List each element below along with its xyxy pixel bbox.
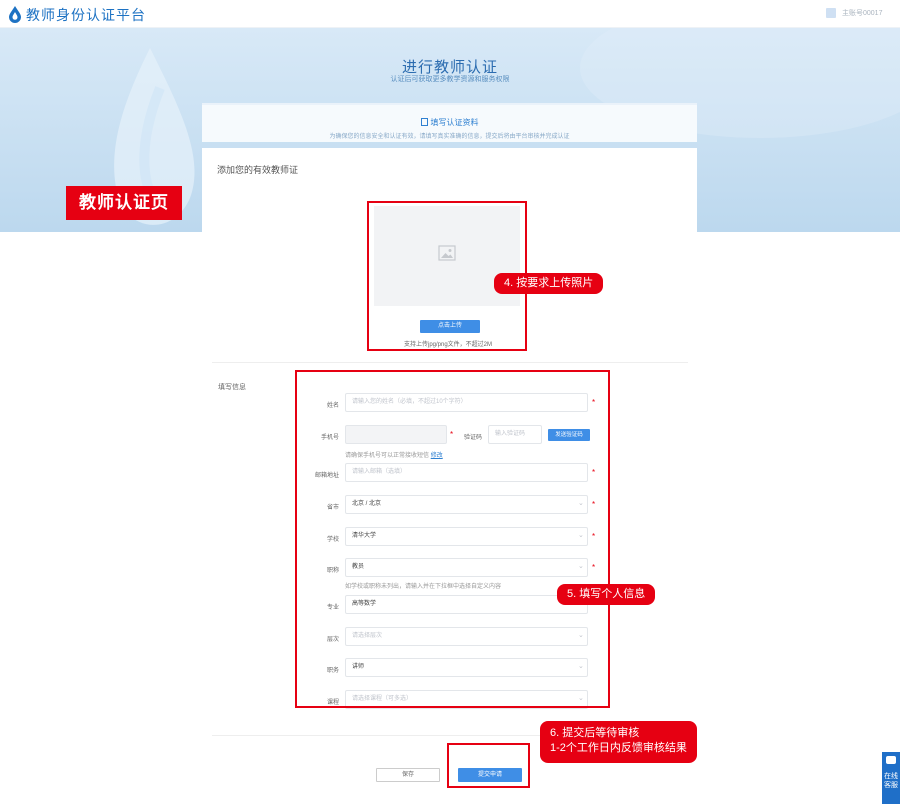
save-button[interactable]: 保存 bbox=[376, 768, 440, 782]
edit-doc-icon bbox=[420, 118, 428, 126]
info-highlight-box bbox=[295, 370, 610, 708]
user-avatar[interactable] bbox=[826, 8, 836, 18]
user-name[interactable]: 主账号00017 bbox=[842, 8, 882, 18]
submit-highlight-box bbox=[447, 743, 530, 788]
online-service-label: 在线客服 bbox=[884, 773, 898, 789]
submit-callout: 6. 提交后等待审核 1-2个工作日内反馈审核结果 bbox=[540, 721, 697, 763]
step-title: 填写认证资料 bbox=[202, 117, 697, 128]
step-card: 填写认证资料 为确保您的信息安全和认证有效，请填写真实准确的信息，提交后将由平台… bbox=[202, 103, 697, 142]
page: 教师身份认证平台 主账号00017 进行教师认证 认证后可获取更多教学资源和服务… bbox=[0, 0, 900, 804]
upload-callout: 4. 按要求上传照片 bbox=[494, 273, 604, 294]
submit-callout-line2: 1-2个工作日内反馈审核结果 bbox=[550, 742, 687, 754]
logo-drop-icon bbox=[9, 6, 21, 23]
personal-section-title: 填写信息 bbox=[218, 384, 246, 391]
top-bar: 教师身份认证平台 主账号00017 bbox=[0, 0, 900, 28]
upload-section-title: 添加您的有效教师证 bbox=[217, 165, 299, 175]
online-service-button[interactable]: 在线客服 bbox=[882, 752, 900, 804]
step-description: 为确保您的信息安全和认证有效，请填写真实准确的信息，提交后将由平台审核并完成认证 bbox=[329, 134, 570, 140]
divider bbox=[212, 362, 688, 363]
chat-icon bbox=[886, 756, 896, 764]
submit-callout-line1: 6. 提交后等待审核 bbox=[550, 727, 640, 739]
hero-subtitle: 认证后可获取更多教学资源和服务权限 bbox=[390, 76, 510, 83]
info-callout: 5. 填写个人信息 bbox=[557, 584, 656, 605]
page-annotation-label: 教师认证页 bbox=[66, 186, 182, 220]
brand-title: 教师身份认证平台 bbox=[26, 7, 146, 23]
